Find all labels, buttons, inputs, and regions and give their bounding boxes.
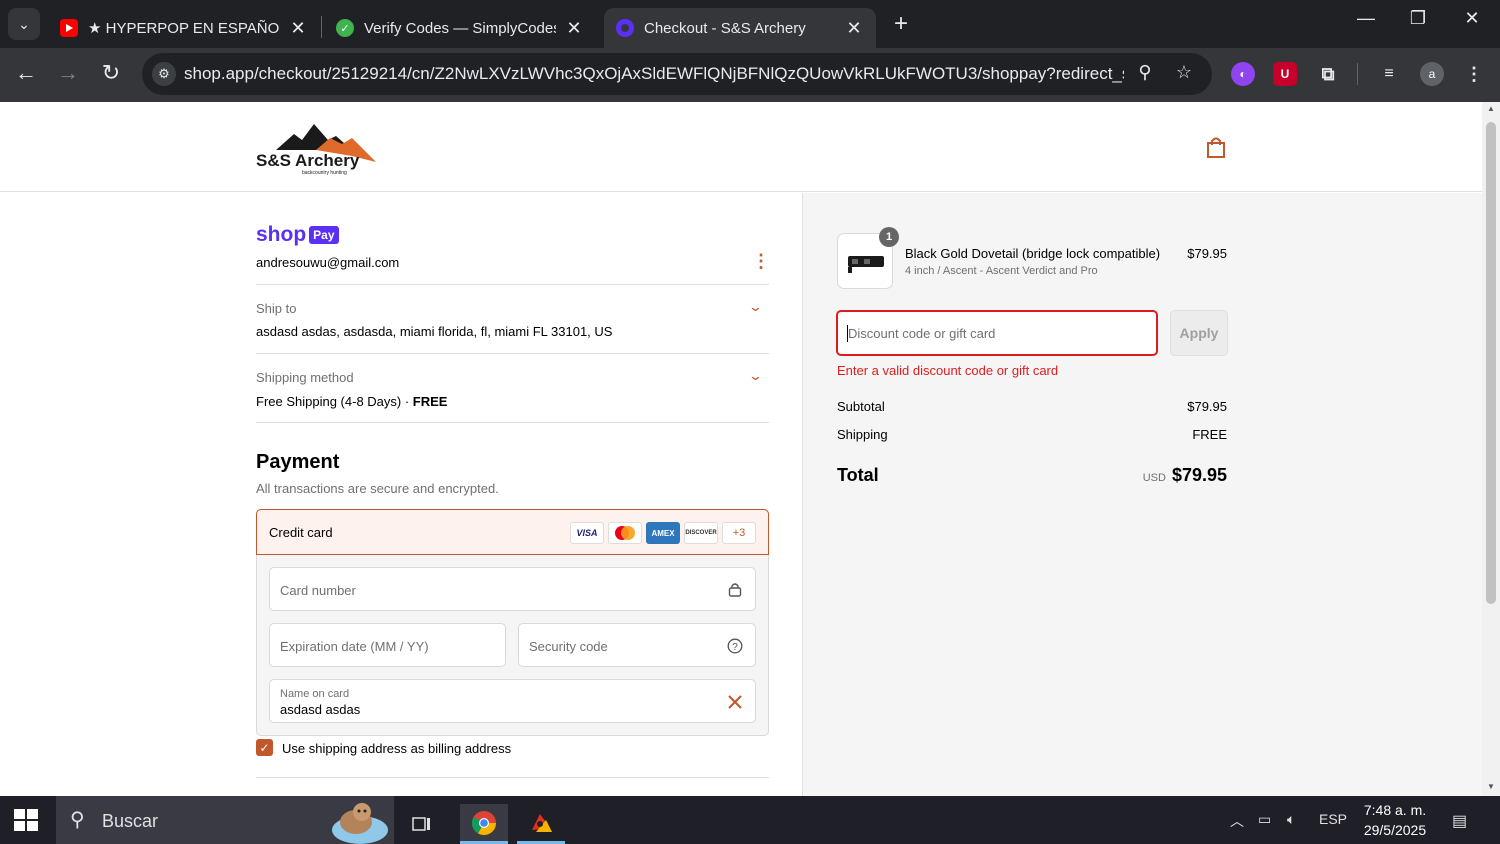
network-icon[interactable]: ▭ (1258, 811, 1271, 828)
quantity-badge: 1 (879, 227, 899, 247)
browser-tab-bar: ⌄ ★ HYPERPOP EN ESPAÑOL #3 ( ✕ ✓ Verify … (0, 0, 1500, 48)
checkout-main: shop Pay andresouwu@gmail.com ⋮ Ship to a… (0, 193, 802, 796)
minimize-icon[interactable]: — (1346, 8, 1386, 29)
tray-chevron-up-icon[interactable]: ︿ (1230, 811, 1244, 831)
total-label: Total (837, 465, 879, 485)
bag-icon[interactable] (1205, 136, 1227, 160)
discover-icon: DISCOVER (684, 522, 718, 544)
browser-toolbar: ← → ↻ ⚙ shop.app/checkout/25129214/cn/Z2… (0, 48, 1500, 102)
close-tab-icon[interactable]: ✕ (564, 18, 584, 39)
url-text[interactable]: shop.app/checkout/25129214/cn/Z2NwLXVzLW… (184, 64, 1124, 84)
payment-subtitle: All transactions are secure and encrypte… (256, 481, 499, 496)
site-info-icon[interactable]: ⚙ (152, 62, 176, 86)
ship-to-label: Ship to (256, 301, 297, 316)
svg-text:S&S Archery: S&S Archery (256, 151, 360, 170)
tab-simplycodes[interactable]: ✓ Verify Codes — SimplyCodes ✕ (324, 8, 596, 48)
game-app-taskbar-icon[interactable] (517, 804, 565, 844)
apply-button[interactable]: Apply (1170, 310, 1228, 356)
credit-card-panel: Credit card VISA AMEX DISCOVER +3 Card n… (256, 509, 769, 736)
more-cards-badge: +3 (722, 522, 756, 544)
windows-taskbar: ⚲ Buscar ︿ ▭ 🔈︎ ESP 7:48 a. m. 29/5/2025… (0, 796, 1500, 844)
page-scrollbar[interactable]: ▲ ▼ (1482, 102, 1500, 796)
windows-start-icon[interactable] (14, 809, 38, 831)
checkout-page: S&S Archery backcountry hunting shop Pay … (0, 102, 1482, 796)
bookmark-star-icon[interactable]: ☆ (1172, 62, 1196, 83)
lock-icon (728, 583, 742, 597)
chrome-taskbar-icon[interactable] (460, 804, 508, 844)
taskbar-search-box[interactable]: ⚲ Buscar (56, 796, 394, 844)
menu-kebab-icon[interactable]: ⋮ (1462, 62, 1486, 86)
language-indicator[interactable]: ESP (1319, 811, 1347, 827)
credit-card-option[interactable]: Credit card VISA AMEX DISCOVER +3 (256, 509, 769, 555)
ship-to-address: asdasd asdas, asdasda, miami florida, fl… (256, 324, 613, 339)
media-queue-icon[interactable]: ≡ (1377, 62, 1401, 86)
shop-pay-logo: shop Pay (256, 223, 339, 247)
svg-text:backcountry hunting: backcountry hunting (302, 170, 347, 176)
new-tab-icon[interactable]: + (888, 10, 914, 38)
discount-error-message: Enter a valid discount code or gift card (837, 363, 1059, 378)
subtotal-value: $79.95 (1187, 399, 1227, 414)
shipping-method-chevron-down-icon[interactable]: ⌄ (748, 368, 763, 384)
forward-icon[interactable]: → (53, 60, 83, 86)
reload-icon[interactable]: ↻ (96, 60, 126, 86)
close-tab-icon[interactable]: ✕ (288, 18, 308, 39)
store-logo[interactable]: S&S Archery backcountry hunting (256, 120, 378, 176)
shipping-method-label: Shipping method (256, 370, 354, 385)
account-email: andresouwu@gmail.com (256, 255, 400, 270)
close-tab-icon[interactable]: ✕ (844, 18, 864, 39)
name-on-card-field[interactable]: Name on card asdasd asdas (269, 679, 756, 723)
shipping-method-value: Free Shipping (4-8 Days) · FREE (256, 394, 448, 409)
profile-avatar[interactable]: a (1420, 62, 1444, 86)
tab-search-dropdown-icon[interactable]: ⌄ (8, 8, 40, 40)
zoom-search-icon[interactable]: ⚲ (1133, 62, 1157, 83)
billing-address-checkbox[interactable]: ✓ (256, 739, 273, 756)
ship-to-chevron-down-icon[interactable]: ⌄ (748, 299, 763, 315)
volume-icon[interactable]: 🔈︎ (1287, 811, 1295, 828)
restore-icon[interactable]: ❐ (1398, 8, 1438, 29)
simplycodes-icon: ✓ (336, 19, 354, 37)
security-code-field[interactable]: Security code ? (518, 623, 756, 667)
ublock-icon[interactable]: U (1273, 62, 1297, 86)
address-bar[interactable]: ⚙ shop.app/checkout/25129214/cn/Z2NwLXVz… (142, 53, 1212, 95)
search-icon: ⚲ (70, 809, 85, 831)
visa-icon: VISA (570, 522, 604, 544)
scrollbar-thumb[interactable] (1486, 122, 1496, 604)
card-number-field[interactable]: Card number (269, 567, 756, 611)
extensions-puzzle-icon[interactable]: ⧉ (1316, 62, 1340, 86)
back-icon[interactable]: ← (11, 60, 41, 86)
tab-checkout[interactable]: Checkout - S&S Archery ✕ (604, 8, 876, 48)
total-value: USD $79.95 (1142, 465, 1227, 485)
discount-code-input[interactable]: Discount code or gift card (836, 310, 1158, 356)
subtotal-label: Subtotal (837, 399, 885, 414)
notification-icon[interactable]: ▤ (1452, 811, 1467, 831)
expiration-date-field[interactable]: Expiration date (MM / YY) (269, 623, 506, 667)
account-menu-icon[interactable]: ⋮ (752, 251, 770, 272)
text-caret (847, 325, 848, 342)
mastercard-icon (608, 522, 642, 544)
product-variant: 4 inch / Ascent - Ascent Verdict and Pro (905, 265, 1098, 277)
billing-address-label: Use shipping address as billing address (282, 741, 512, 756)
tab-youtube[interactable]: ★ HYPERPOP EN ESPAÑOL #3 ( ✕ (48, 8, 320, 48)
task-view-icon[interactable] (398, 804, 446, 844)
youtube-icon (60, 19, 78, 37)
shipping-value: FREE (1192, 427, 1227, 442)
store-header: S&S Archery backcountry hunting (0, 102, 1482, 192)
payment-title: Payment (256, 451, 340, 473)
product-price: $79.95 (1187, 246, 1227, 261)
order-summary: 1 Black Gold Dovetail (bridge lock compa… (802, 193, 1482, 796)
shop-icon (616, 19, 634, 37)
shipping-label: Shipping (837, 427, 888, 442)
clear-x-icon[interactable] (728, 695, 742, 709)
scroll-down-icon[interactable]: ▼ (1486, 782, 1496, 791)
extension-icon[interactable]: ◐ (1231, 62, 1255, 86)
search-highlight-otter-icon (332, 803, 388, 844)
help-question-icon[interactable]: ? (727, 638, 743, 654)
close-window-icon[interactable]: ✕ (1452, 8, 1492, 29)
svg-text:?: ? (732, 642, 738, 653)
scroll-up-icon[interactable]: ▲ (1486, 104, 1496, 113)
clock[interactable]: 7:48 a. m. 29/5/2025 (1350, 800, 1440, 840)
amex-icon: AMEX (646, 522, 680, 544)
